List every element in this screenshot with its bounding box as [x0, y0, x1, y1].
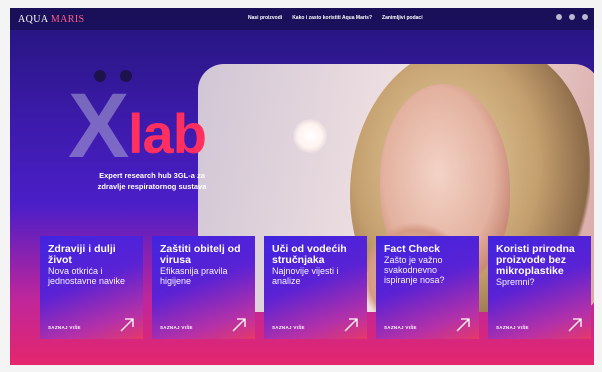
page-frame: AQUA MARIS Nasi proizvodi Kako i zasto k… [10, 8, 594, 365]
arrow-up-right-icon[interactable] [119, 317, 135, 333]
card-healthy-life[interactable]: Zdraviji i dulji život Nova otkrića i je… [40, 236, 143, 339]
card-subtitle: Zašto je važno svakodnevno ispiranje nos… [384, 255, 445, 285]
arrow-up-right-icon[interactable] [567, 317, 583, 333]
top-navbar: AQUA MARIS Nasi proizvodi Kako i zasto k… [10, 8, 594, 30]
hero-tagline: Expert research hub 3GL-a za zdravlje re… [97, 171, 207, 191]
card-title: Uči od vodećih stručnjaka [272, 243, 347, 267]
nav-item-facts[interactable]: Zanimljivi podaci [382, 15, 423, 21]
learn-more-link[interactable]: SAZNAJ VIŠE [160, 325, 193, 330]
arrow-up-right-icon[interactable] [343, 317, 359, 333]
search-icon[interactable] [556, 14, 562, 20]
card-title: Fact Check [384, 243, 441, 255]
brand-name-part2: MARIS [50, 14, 85, 25]
nav-item-products[interactable]: Nasi proizvodi [248, 15, 282, 21]
card-natural-products[interactable]: Koristi prirodna proizvode bez mikroplas… [488, 236, 591, 339]
card-learn-experts[interactable]: Uči od vodećih stručnjaka Najnovije vije… [264, 236, 367, 339]
card-subtitle: Najnovije vijesti i analize [272, 266, 339, 286]
card-fact-check[interactable]: Fact Check Zašto je važno svakodnevno is… [376, 236, 479, 339]
learn-more-link[interactable]: SAZNAJ VIŠE [48, 325, 81, 330]
header-icons [556, 14, 588, 20]
learn-more-link[interactable]: SAZNAJ VIŠE [384, 325, 417, 330]
card-title: Zaštiti obitelj od virusa [160, 243, 241, 267]
topic-cards: Zdraviji i dulji život Nova otkrića i je… [40, 236, 591, 339]
logo-x-letter: X [68, 75, 130, 177]
learn-more-link[interactable]: SAZNAJ VIŠE [272, 325, 305, 330]
card-subtitle: Nova otkrića i jednostavne navike [48, 266, 126, 286]
card-protect-family[interactable]: Zaštiti obitelj od virusa Efikasnija pra… [152, 236, 255, 339]
card-subtitle: Efikasnija pravila higijene [160, 266, 228, 286]
brand-name-part1: AQUA [18, 14, 48, 25]
logo-lab-text: lab [128, 102, 207, 165]
nav-item-how-to-use[interactable]: Kako i zasto koristiti Aqua Maris? [292, 15, 372, 21]
card-title: Zdraviji i dulji život [48, 243, 116, 267]
learn-more-link[interactable]: SAZNAJ VIŠE [496, 325, 529, 330]
main-nav: Nasi proizvodi Kako i zasto koristiti Aq… [248, 15, 423, 21]
arrow-up-right-icon[interactable] [455, 317, 471, 333]
card-subtitle: Spremni? [496, 277, 535, 288]
card-title: Koristi prirodna proizvode bez mikroplas… [496, 243, 575, 278]
menu-icon[interactable] [582, 14, 588, 20]
brand-logo[interactable]: AQUA MARIS [18, 14, 85, 25]
user-icon[interactable] [569, 14, 575, 20]
arrow-up-right-icon[interactable] [231, 317, 247, 333]
sun-glow [293, 119, 327, 153]
